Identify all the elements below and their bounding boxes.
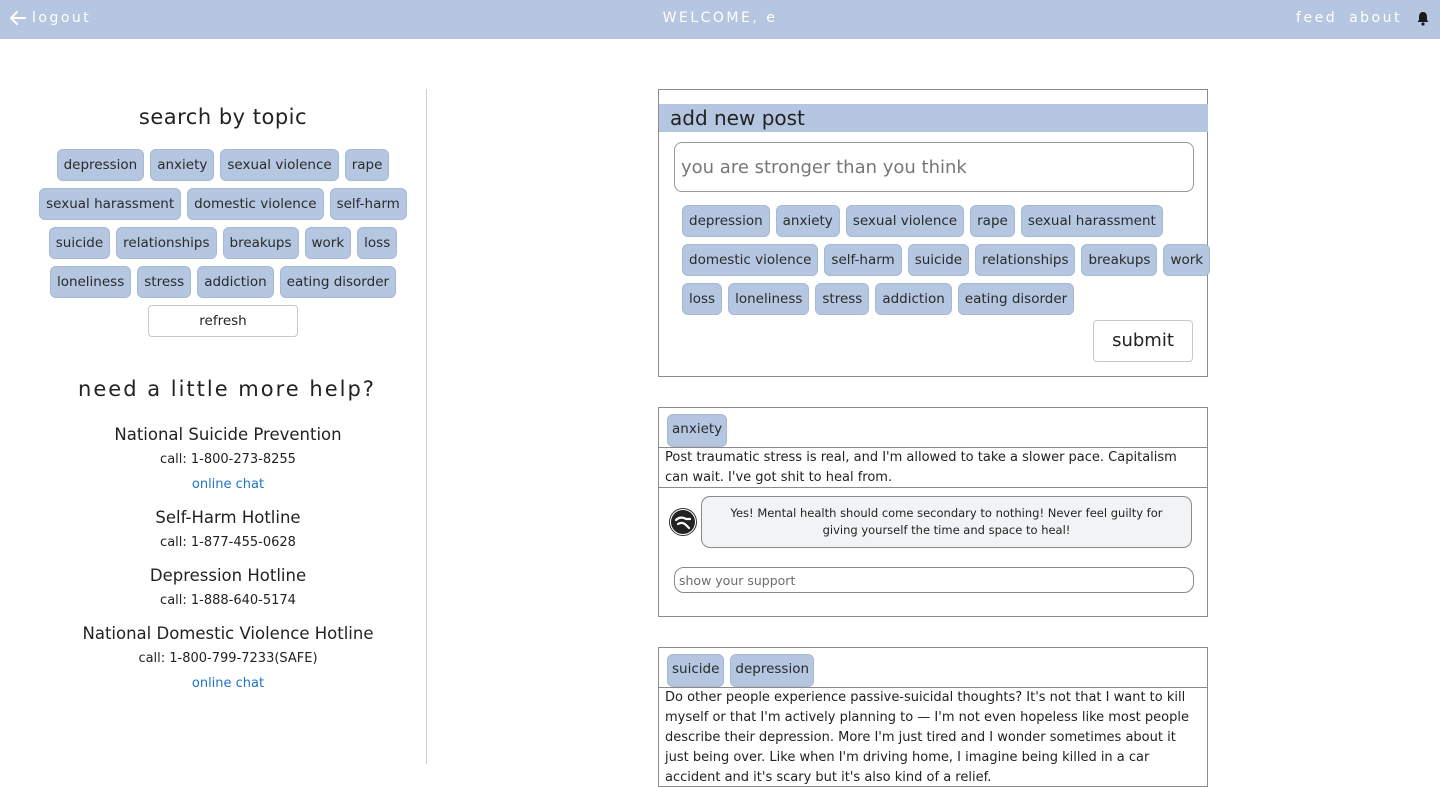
- top-nav: feed about: [1296, 10, 1430, 26]
- new-post-input[interactable]: [674, 142, 1194, 192]
- topic-tag[interactable]: addiction: [197, 266, 274, 298]
- hotline-item: Depression Hotline call: 1-888-640-5174: [0, 565, 456, 611]
- post-tags: suicide depression: [659, 648, 1207, 688]
- comment-text: Yes! Mental health should come secondary…: [701, 496, 1192, 548]
- online-chat-link[interactable]: online chat: [0, 674, 456, 694]
- tag-row: sexual harassment domestic violence self-h…: [0, 188, 446, 220]
- topic-tag[interactable]: stress: [815, 283, 870, 315]
- search-by-topic-heading: search by topic: [138, 105, 308, 129]
- bell-icon[interactable]: [1416, 11, 1430, 26]
- topic-tag[interactable]: relationships: [975, 244, 1076, 276]
- topic-tag[interactable]: loneliness: [49, 266, 132, 298]
- commenter-avatar-icon: [671, 510, 695, 534]
- topic-tag[interactable]: breakups: [1081, 244, 1158, 276]
- topic-tag[interactable]: suicide: [48, 227, 111, 259]
- hotline-item: National Domestic Violence Hotline call: …: [0, 623, 456, 694]
- feed-post: suicide depression Do other people exper…: [658, 647, 1208, 787]
- topic-tag[interactable]: sexual harassment: [1020, 205, 1163, 237]
- topic-tag[interactable]: relationships: [116, 227, 217, 259]
- new-post-tag-picker: depression anxiety sexual violence rape sexu…: [682, 205, 1211, 322]
- post-tag[interactable]: suicide: [667, 654, 725, 687]
- submit-button[interactable]: submit: [1093, 320, 1193, 362]
- tag-row: depression anxiety sexual violence rape: [0, 149, 446, 181]
- hotline-phone: call: 1-800-273-8255: [160, 452, 296, 467]
- sidebar: search by topic depression anxiety sexual …: [0, 89, 427, 764]
- topic-tag[interactable]: anxiety: [775, 205, 840, 237]
- topic-tag[interactable]: breakups: [222, 227, 299, 259]
- topic-tag[interactable]: addiction: [875, 283, 952, 315]
- top-bar: logout WELCOME, e feed about: [0, 0, 1440, 39]
- topic-tag[interactable]: self-harm: [824, 244, 902, 276]
- topic-tag[interactable]: rape: [344, 149, 390, 181]
- hotline-phone: call: 1-888-640-5174: [160, 593, 296, 608]
- tag-row: depression anxiety sexual violence rape sexu…: [682, 205, 1202, 237]
- topic-tag[interactable]: depression: [56, 149, 145, 181]
- hotline-item: National Suicide Prevention call: 1-800-2…: [0, 424, 456, 495]
- arrow-left-icon: [10, 11, 26, 25]
- topic-tag[interactable]: loneliness: [728, 283, 810, 315]
- hotline-name: National Suicide Prevention: [114, 425, 342, 444]
- topic-tag[interactable]: sexual harassment: [39, 188, 182, 220]
- topic-tag[interactable]: sexual violence: [845, 205, 965, 237]
- nav-about-link[interactable]: about: [1349, 10, 1402, 26]
- topic-tag[interactable]: domestic violence: [682, 244, 819, 276]
- hotline-name: Self-Harm Hotline: [155, 508, 301, 527]
- post-body: Post traumatic stress is real, and I'm a…: [659, 448, 1207, 488]
- help-heading: need a little more help?: [78, 377, 376, 401]
- topic-tag[interactable]: stress: [137, 266, 192, 298]
- post-tag[interactable]: anxiety: [667, 414, 728, 447]
- topic-tag[interactable]: sexual violence: [220, 149, 339, 181]
- hotline-list: National Suicide Prevention call: 1-800-2…: [0, 424, 456, 706]
- post-tag[interactable]: depression: [730, 654, 815, 687]
- topic-tag[interactable]: domestic violence: [187, 188, 324, 220]
- tag-row: domestic violence self-harm suicide relatio…: [682, 244, 1211, 276]
- topic-tag[interactable]: rape: [970, 205, 1015, 237]
- logout-label: logout: [32, 10, 92, 26]
- post-body: Do other people experience passive-suici…: [665, 690, 1189, 785]
- avatar: [669, 508, 697, 536]
- topic-tag[interactable]: self-harm: [329, 188, 407, 220]
- new-post-card: add new post depressionanxietysexual vio…: [658, 89, 1211, 377]
- online-chat-link[interactable]: online chat: [0, 475, 456, 495]
- hotline-name: National Domestic Violence Hotline: [82, 624, 374, 643]
- topic-tag[interactable]: work: [1163, 244, 1211, 276]
- topic-tag[interactable]: depression: [682, 205, 770, 237]
- topic-tag[interactable]: suicide: [907, 244, 970, 276]
- logout-button[interactable]: logout: [10, 10, 91, 26]
- comment: Yes! Mental health should come secondary…: [669, 496, 1192, 548]
- tag-row: suicide relationships breakups work loss: [0, 227, 446, 259]
- feed-post: anxiety Post traumatic stress is real, a…: [658, 407, 1208, 617]
- topic-filter-tags: depression anxiety sexual violence rape sexu…: [0, 149, 446, 305]
- support-input[interactable]: [674, 567, 1194, 593]
- topic-tag[interactable]: work: [304, 227, 352, 259]
- post-tags: anxiety: [659, 408, 1207, 448]
- tag-row: loss loneliness stress addiction eating diso…: [682, 283, 1202, 315]
- welcome-text: WELCOME, e: [662, 10, 778, 26]
- hotline-phone: call: 1-877-455-0628: [160, 535, 296, 550]
- refresh-button[interactable]: refresh: [148, 305, 298, 337]
- topic-tag[interactable]: loss: [357, 227, 398, 259]
- tag-row: loneliness stress addiction eating disorder: [0, 266, 446, 298]
- new-post-title: add new post: [659, 104, 1208, 132]
- topic-tag[interactable]: loss: [682, 283, 723, 315]
- nav-feed-link[interactable]: feed: [1296, 10, 1337, 26]
- hotline-item: Self-Harm Hotline call: 1-877-455-0628: [0, 507, 456, 553]
- hotline-phone: call: 1-800-799-7233(SAFE): [138, 651, 318, 666]
- topic-tag[interactable]: eating disorder: [279, 266, 397, 298]
- hotline-name: Depression Hotline: [149, 566, 307, 585]
- topic-tag[interactable]: eating disorder: [957, 283, 1075, 315]
- topic-tag[interactable]: anxiety: [150, 149, 215, 181]
